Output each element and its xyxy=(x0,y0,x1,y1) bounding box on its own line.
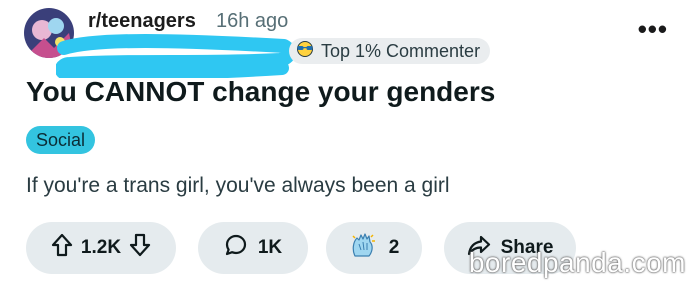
top-commenter-badge: Top 1% Commenter xyxy=(289,38,491,64)
award-count: 2 xyxy=(388,237,400,258)
more-options-button[interactable]: ••• xyxy=(638,16,668,42)
comment-count: 1K xyxy=(257,237,283,258)
subreddit-link[interactable]: r/teenagers xyxy=(88,10,196,33)
comment-icon xyxy=(224,233,248,263)
post-body: If you're a trans girl, you've always be… xyxy=(26,174,450,197)
badge-label: Top 1% Commenter xyxy=(321,40,481,61)
post-title[interactable]: You CANNOT change your genders xyxy=(26,76,495,108)
watermark: boredpanda.com xyxy=(468,247,686,278)
clapping-hands-icon xyxy=(349,230,379,266)
upvote-icon[interactable] xyxy=(51,233,73,263)
downvote-icon[interactable] xyxy=(129,233,151,263)
post-flair-tag[interactable]: Social xyxy=(26,126,96,154)
sunglasses-icon xyxy=(295,40,315,62)
redaction-scribble xyxy=(54,34,296,82)
reddit-post: r/teenagers 16h ago Top 1% Commenter •••… xyxy=(0,0,700,287)
vote-count: 1.2K xyxy=(80,237,122,258)
award-button[interactable]: 2 xyxy=(326,222,422,274)
comments-button[interactable]: 1K xyxy=(198,222,308,274)
vote-bar: 1.2K xyxy=(26,222,176,274)
post-timestamp: 16h ago xyxy=(216,10,289,32)
